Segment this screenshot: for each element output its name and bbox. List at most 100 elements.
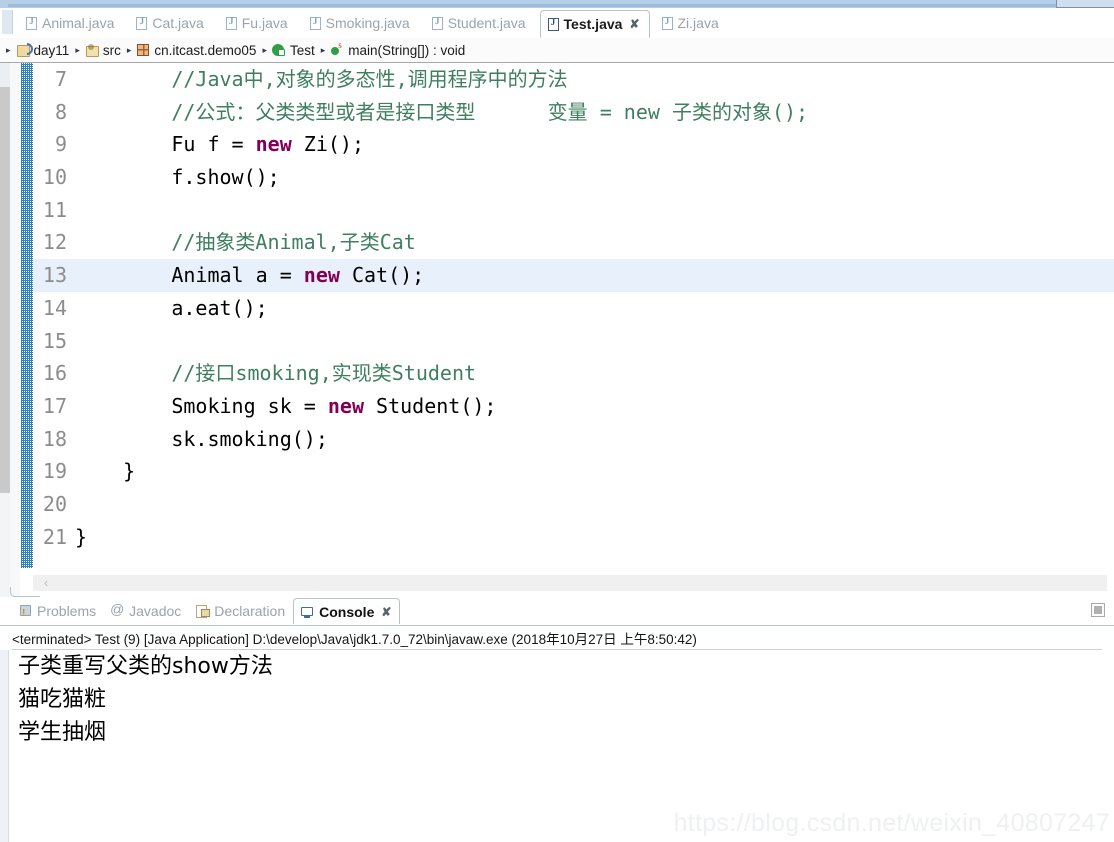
line-number: 7 [54, 67, 67, 91]
bottom-tab-problems[interactable]: Problems [12, 599, 104, 623]
editor-tab-label: Zi.java [677, 15, 719, 31]
code-lines-container[interactable]: 7 //Java中,对象的多态性,调用程序中的方法 8 //公式：父类类型或者是接… [33, 63, 1114, 573]
code-line[interactable]: 12 //抽象类Animal,子类Cat [33, 226, 1114, 259]
editor-tab-label: Student.java [447, 15, 526, 31]
code-token-plain: Cat(); [339, 263, 425, 288]
code-token-plain: f.show(); [171, 165, 280, 190]
breadcrumb-item-3[interactable]: Test [271, 42, 315, 58]
editor-tab-student-java[interactable]: Student.java [424, 10, 536, 36]
code-token-plain: Animal a = [171, 263, 304, 288]
line-number: 17 [42, 393, 67, 418]
code-line[interactable]: 14 a.eat(); [33, 292, 1114, 325]
code-line[interactable]: 15 [33, 325, 1114, 358]
code-line[interactable]: 10 f.show(); [33, 161, 1114, 194]
editor-annotation-ruler[interactable] [21, 63, 33, 568]
line-number: 20 [42, 491, 67, 516]
bottom-tab-label: Console [319, 603, 375, 620]
code-line[interactable]: 19 } [33, 455, 1114, 488]
editor-tab-zi-java[interactable]: Zi.java [654, 10, 729, 36]
editor-left-margin-bottom [0, 493, 10, 597]
code-line-text: Animal a = new Cat(); [75, 259, 424, 292]
code-line[interactable]: 17 Smoking sk = new Student(); [33, 390, 1114, 423]
code-line[interactable]: 8 //公式：父类类型或者是接口类型 变量 = new 子类的对象(); [33, 96, 1114, 129]
java-file-icon [26, 16, 37, 30]
code-token-plain: } [123, 459, 136, 484]
code-line[interactable]: 16 //接口smoking,实现类Student [33, 357, 1114, 390]
code-token-plain: Zi(); [291, 132, 364, 157]
editor-left-margin-top [0, 63, 10, 87]
breadcrumb-item-4[interactable]: main(String[]) : void [330, 40, 466, 58]
line-number: 14 [42, 295, 67, 320]
breadcrumb-item-0[interactable]: day11 [16, 43, 69, 58]
editor-left-margin [0, 63, 10, 597]
line-number: 8 [54, 99, 67, 124]
line-number: 19 [42, 459, 67, 484]
source-folder-icon [85, 43, 99, 57]
console-tab-close-icon[interactable]: ✘ [381, 605, 391, 619]
bottom-tab-console[interactable]: Console ✘ [293, 598, 401, 624]
console-output-line: 子类重写父类的show方法 [18, 654, 273, 679]
bottom-panel: Problems Javadoc Declaration Console ✘ <term… [0, 597, 1114, 842]
editor-tab-cat-java[interactable]: Cat.java [128, 10, 213, 36]
code-token-plain: Student(); [364, 393, 497, 418]
code-line-text: //接口smoking,实现类Student [75, 357, 476, 390]
bottom-panel-tab-strip: Problems Javadoc Declaration Console ✘ [0, 597, 1114, 625]
breadcrumb-item-2[interactable]: cn.itcast.demo05 [136, 43, 256, 58]
code-line-text: Smoking sk = new Student(); [75, 390, 496, 423]
tab-close-icon[interactable]: ✘ [629, 18, 639, 30]
code-line-text: } [75, 521, 87, 554]
bottom-tab-declaration[interactable]: Declaration [189, 599, 293, 623]
editor-overview-ruler[interactable] [10, 63, 29, 597]
code-line-text: } [75, 455, 135, 488]
code-token-plain: } [75, 524, 88, 549]
code-token-kw: new [303, 263, 340, 288]
editor-tab-animal-java[interactable]: Animal.java [18, 10, 124, 36]
code-token-comment: //Java中,对象的多态性,调用程序中的方法 [171, 67, 568, 91]
code-editor[interactable]: 7 //Java中,对象的多态性,调用程序中的方法 8 //公式：父类类型或者是接… [0, 63, 1114, 597]
editor-tab-label: Fu.java [241, 15, 288, 31]
code-line[interactable]: 18 sk.smoking(); [33, 423, 1114, 456]
breadcrumb-item-label: src [102, 42, 121, 58]
code-line-text: //Java中,对象的多态性,调用程序中的方法 [75, 63, 568, 96]
tab-bar-left-stub [2, 10, 13, 34]
code-line[interactable]: 13 Animal a = new Cat(); [33, 259, 1114, 292]
scroll-left-chevron-icon[interactable]: ‹ [38, 575, 54, 591]
code-line-text: sk.smoking(); [75, 423, 328, 456]
breadcrumb-item-1[interactable]: src [85, 43, 121, 58]
editor-tab-fu-java[interactable]: Fu.java [218, 10, 298, 36]
code-line[interactable]: 9 Fu f = new Zi(); [33, 128, 1114, 161]
breadcrumb-separator-icon: ▸ [262, 44, 267, 55]
window-top-band-inner [8, 4, 1102, 7]
line-number: 12 [42, 230, 67, 255]
line-number: 11 [42, 197, 67, 222]
console-output-line: 学生抽烟 [18, 720, 107, 745]
breadcrumb-item-label: Test [289, 42, 315, 58]
code-line[interactable]: 21} [33, 521, 1114, 554]
bottom-tab-javadoc[interactable]: Javadoc [104, 599, 189, 623]
console-process-label: <terminated> Test (9) [Java Application]… [12, 632, 697, 647]
code-line[interactable]: 7 //Java中,对象的多态性,调用程序中的方法 [33, 63, 1114, 96]
java-file-icon [136, 16, 148, 30]
breadcrumb-item-label: main(String[]) : void [348, 42, 466, 58]
breadcrumb-separator-icon: ▸ [75, 44, 80, 55]
editor-horizontal-scrollbar[interactable] [33, 575, 1107, 591]
editor-tab-strip: Animal.java Cat.java Fu.java Smoking.java St… [18, 8, 733, 38]
editor-tab-test-java[interactable]: Test.java ✘ [539, 10, 650, 38]
code-line[interactable]: 20 [33, 488, 1114, 521]
code-line[interactable]: 11 [33, 194, 1114, 227]
editor-tab-label: Test.java [563, 16, 623, 32]
code-line-text: //公式：父类类型或者是接口类型 变量 = new 子类的对象(); [75, 96, 808, 129]
editor-tab-smoking-java[interactable]: Smoking.java [302, 10, 420, 36]
minimize-panel-button[interactable] [1091, 603, 1105, 617]
code-token-kw: new [327, 393, 364, 418]
breadcrumb-item-label: cn.itcast.demo05 [154, 42, 257, 58]
editor-tab-label: Animal.java [42, 15, 115, 31]
code-token-kw: new [255, 132, 292, 157]
class-icon [271, 43, 286, 57]
bottom-tab-label: Javadoc [129, 603, 182, 619]
code-line-text: Fu f = new Zi(); [75, 128, 364, 161]
line-number: 18 [42, 426, 67, 451]
breadcrumb-separator-icon: ▸ [6, 44, 11, 55]
